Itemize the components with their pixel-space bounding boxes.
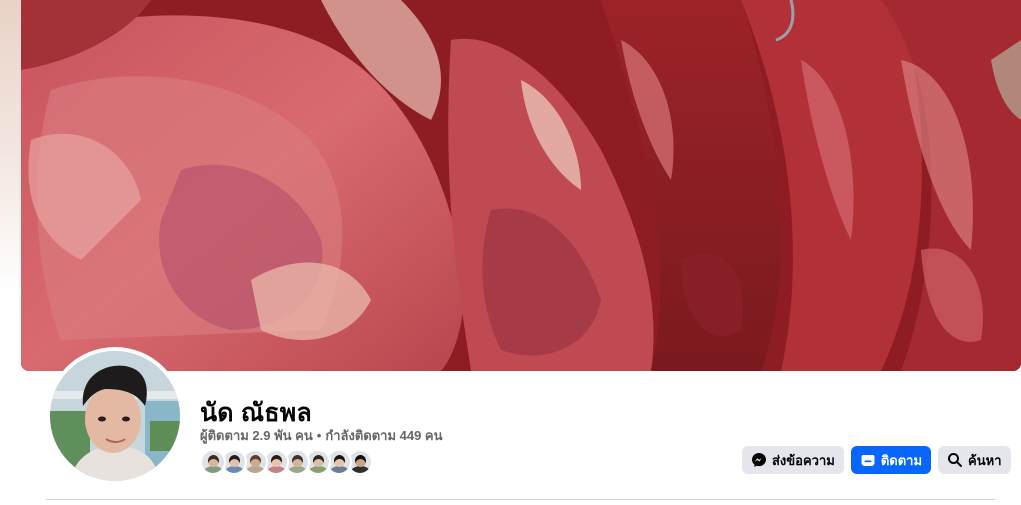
search-icon [947,452,963,468]
follower-avatar-body [267,466,286,473]
follower-avatar-head [229,455,240,467]
follower-avatar-head [313,455,324,467]
followers-link[interactable]: ผู้ติดตาม 2.9 พัน คน [200,428,313,443]
follower-avatar-body [246,466,265,473]
follower-avatar-head [334,455,345,467]
stats-separator: • [316,428,322,443]
follower-avatar-head [355,455,366,467]
avatar [50,351,180,481]
follower-avatar-head [250,455,261,467]
header-divider [46,499,995,500]
follow-label: ติดตาม [880,452,923,468]
following-link[interactable]: กำลังติดตาม 449 คน [325,428,442,443]
follower-avatar-body [288,466,307,473]
profile-actions: ส่งข้อความ ติดตาม ค้นหา [742,446,1011,474]
follower-avatar-head [292,455,303,467]
cover-photo[interactable] [21,0,1021,371]
follower-avatar-body [309,466,328,473]
follower-avatar-head [208,455,219,467]
follower-avatar-body [204,466,223,473]
follow-stats: ผู้ติดตาม 2.9 พัน คน • กำลังติดตาม 449 คน [200,425,443,446]
follower-avatar-body [330,466,349,473]
follow-button[interactable]: ติดตาม [850,446,932,474]
search-button[interactable]: ค้นหา [938,446,1011,474]
message-label: ส่งข้อความ [772,452,835,468]
messenger-icon [751,452,767,468]
profile-picture[interactable] [46,347,184,485]
follower-avatar[interactable] [200,449,226,475]
follower-avatar-head [271,455,282,467]
follow-icon [860,452,876,468]
message-button[interactable]: ส่งข้อความ [742,446,844,474]
follower-avatar-body [351,466,370,473]
search-label: ค้นหา [968,452,1002,468]
follower-avatar-body [225,466,244,473]
follower-avatars[interactable] [200,449,373,475]
